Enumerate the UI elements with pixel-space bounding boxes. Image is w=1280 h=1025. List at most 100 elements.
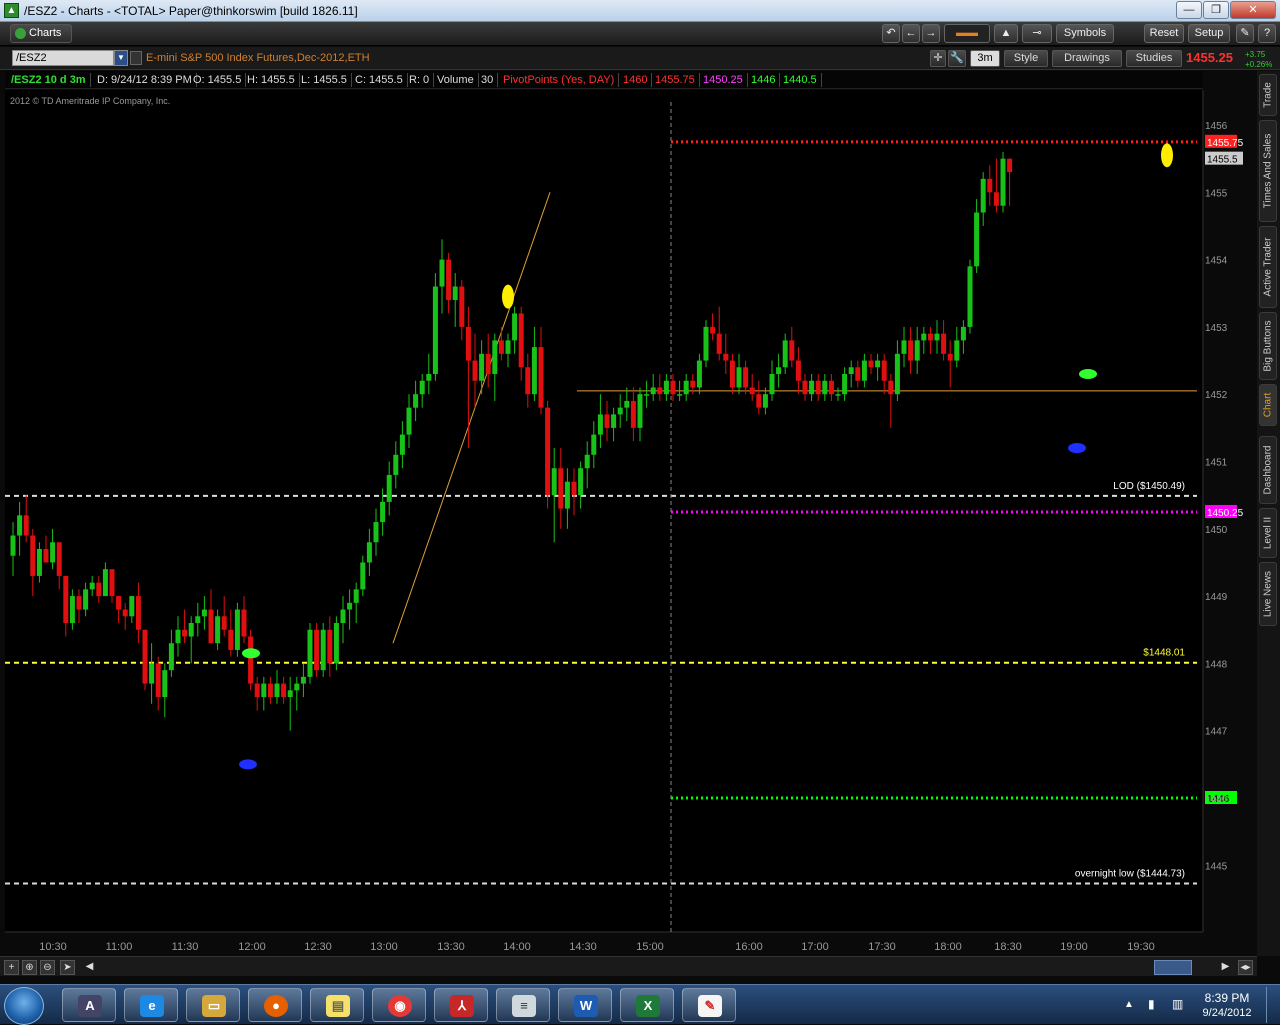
candle-body xyxy=(287,690,293,698)
tray-arrow-icon[interactable]: ▲ xyxy=(1124,999,1134,1010)
battery-icon[interactable]: ▮ xyxy=(1148,997,1155,1011)
taskbar-date[interactable]: 9/24/2012 xyxy=(1196,1007,1258,1019)
undo-icon[interactable]: ↶ xyxy=(882,24,900,43)
candle-body xyxy=(696,360,702,388)
sidebar-tab-live-news[interactable]: Live News xyxy=(1259,562,1277,626)
time-tick-label: 12:30 xyxy=(304,941,332,953)
taskbar-clock[interactable]: 8:39 PM xyxy=(1196,991,1258,1005)
sidebar-tab-chart[interactable]: Chart xyxy=(1259,384,1277,426)
scroll-left-icon[interactable]: ◀ xyxy=(82,960,97,975)
candle-body xyxy=(802,380,808,395)
help-icon[interactable]: ? xyxy=(1258,24,1276,43)
taskbar-notepad[interactable]: ≡ xyxy=(496,988,550,1022)
price-chart[interactable]: LOD ($1450.49) $1448.01 overnight low ($14… xyxy=(5,90,1257,956)
candle-body xyxy=(736,367,742,388)
candle-body xyxy=(452,286,458,300)
taskbar-ie[interactable]: e xyxy=(124,988,178,1022)
symbols-button[interactable]: Symbols xyxy=(1056,24,1114,43)
candle-body xyxy=(960,326,966,341)
candle-body xyxy=(83,589,89,610)
drawings-button[interactable]: Drawings xyxy=(1052,50,1122,67)
style-label: Style xyxy=(1013,52,1039,64)
close-button[interactable]: ✕ xyxy=(1230,1,1276,19)
setup-button[interactable]: Setup xyxy=(1188,24,1230,43)
charts-tab[interactable]: Charts xyxy=(10,24,72,43)
time-tick-label: 14:00 xyxy=(503,941,531,953)
minimize-button[interactable]: — xyxy=(1176,1,1202,19)
candle-body xyxy=(690,380,696,388)
scroll-right-icon[interactable]: ▶ xyxy=(1218,960,1233,975)
crosshair-icon[interactable]: ✛ xyxy=(930,50,946,67)
candle-body xyxy=(538,347,544,408)
candle-body xyxy=(63,575,69,624)
grid-layout-icon[interactable]: ▬▬ xyxy=(944,24,990,43)
show-desktop-button[interactable] xyxy=(1266,987,1278,1023)
info-range: R: 0 xyxy=(405,73,435,87)
zoom-out-icon[interactable]: ⊖ xyxy=(40,960,55,975)
sidebar-tab-dashboard[interactable]: Dashboard xyxy=(1259,436,1277,504)
link-icon[interactable] xyxy=(130,51,142,65)
candle-body xyxy=(861,360,867,381)
forward-arrow-icon[interactable]: → xyxy=(922,24,940,43)
style-button[interactable]: Style xyxy=(1004,50,1048,67)
sidebar-tab-trade[interactable]: Trade xyxy=(1259,74,1277,116)
taskbar-word[interactable]: W xyxy=(558,988,612,1022)
alert-icon[interactable]: ▲ xyxy=(994,24,1018,43)
studies-button[interactable]: Studies xyxy=(1126,50,1182,67)
sidebar-tab-level-ii[interactable]: Level II xyxy=(1259,508,1277,558)
taskbar-paint[interactable]: ✎ xyxy=(682,988,736,1022)
scroll-thumb[interactable] xyxy=(1154,960,1192,975)
toggle-icon[interactable]: ⊸ xyxy=(1022,24,1052,43)
taskbar-excel[interactable]: X xyxy=(620,988,674,1022)
zoom-in-icon[interactable]: + xyxy=(4,960,19,975)
sidebar-tab-label: Level II xyxy=(1262,516,1274,550)
green-signal-marker xyxy=(242,648,260,659)
taskbar-sticky-notes[interactable]: ▤ xyxy=(310,988,364,1022)
symbol-input[interactable]: /ESZ2 xyxy=(12,50,114,66)
candle-body xyxy=(413,394,419,408)
candle-body xyxy=(941,333,947,354)
timeframe-button[interactable]: 3m xyxy=(970,50,1000,67)
info-pivot-r: 1460 xyxy=(619,73,653,87)
sidebar-tab-label: Active Trader xyxy=(1262,237,1274,297)
magnify-icon[interactable]: ⊕ xyxy=(22,960,37,975)
taskbar-firefox[interactable]: ● xyxy=(248,988,302,1022)
price-tick-label: 1454 xyxy=(1205,256,1228,267)
time-tick-label: 17:30 xyxy=(868,941,896,953)
reset-button[interactable]: Reset xyxy=(1144,24,1184,43)
thinkorswim-icon: A xyxy=(78,995,102,1017)
time-tick-label: 19:30 xyxy=(1127,941,1155,953)
candle-body xyxy=(611,414,617,428)
candle-body xyxy=(868,360,874,368)
symbol-description: E-mini S&P 500 Index Futures,Dec-2012,ET… xyxy=(146,52,370,64)
price-tick-label: 1451 xyxy=(1205,458,1228,469)
sidebar-tab-times-and-sales[interactable]: Times And Sales xyxy=(1259,120,1277,222)
taskbar-thinkorswim[interactable]: A xyxy=(62,988,116,1022)
taskbar-chrome[interactable]: ◉ xyxy=(372,988,426,1022)
sidebar-tab-big-buttons[interactable]: Big Buttons xyxy=(1259,312,1277,380)
last-price: 1455.25 xyxy=(1186,50,1233,65)
taskbar-explorer[interactable]: ▭ xyxy=(186,988,240,1022)
maximize-button[interactable]: ❐ xyxy=(1203,1,1229,19)
time-tick-label: 13:30 xyxy=(437,941,465,953)
cursor-icon[interactable]: ➤ xyxy=(60,960,75,975)
expand-icon[interactable]: ◂▸ xyxy=(1238,960,1253,975)
sticky-notes-icon: ▤ xyxy=(326,995,350,1017)
back-arrow-icon[interactable]: ← xyxy=(902,24,920,43)
candle-body xyxy=(875,360,881,368)
candle-body xyxy=(729,360,735,388)
candle-body xyxy=(657,387,663,395)
wrench-icon[interactable]: 🔧 xyxy=(948,50,966,67)
start-button[interactable] xyxy=(4,987,44,1025)
candle-body xyxy=(353,589,359,603)
internet-explorer-icon: e xyxy=(140,995,164,1017)
network-icon[interactable]: ▥ xyxy=(1172,997,1183,1011)
candle-body xyxy=(710,326,716,334)
sidebar-tab-active-trader[interactable]: Active Trader xyxy=(1259,226,1277,308)
copyright-text: 2012 © TD Ameritrade IP Company, Inc. xyxy=(10,96,171,106)
taskbar-acrobat[interactable]: ⅄ xyxy=(434,988,488,1022)
candle-body xyxy=(545,407,551,496)
pin-icon[interactable]: ✎ xyxy=(1236,24,1254,43)
symbol-dropdown-icon[interactable]: ▼ xyxy=(114,50,128,66)
candle-body xyxy=(703,326,709,361)
